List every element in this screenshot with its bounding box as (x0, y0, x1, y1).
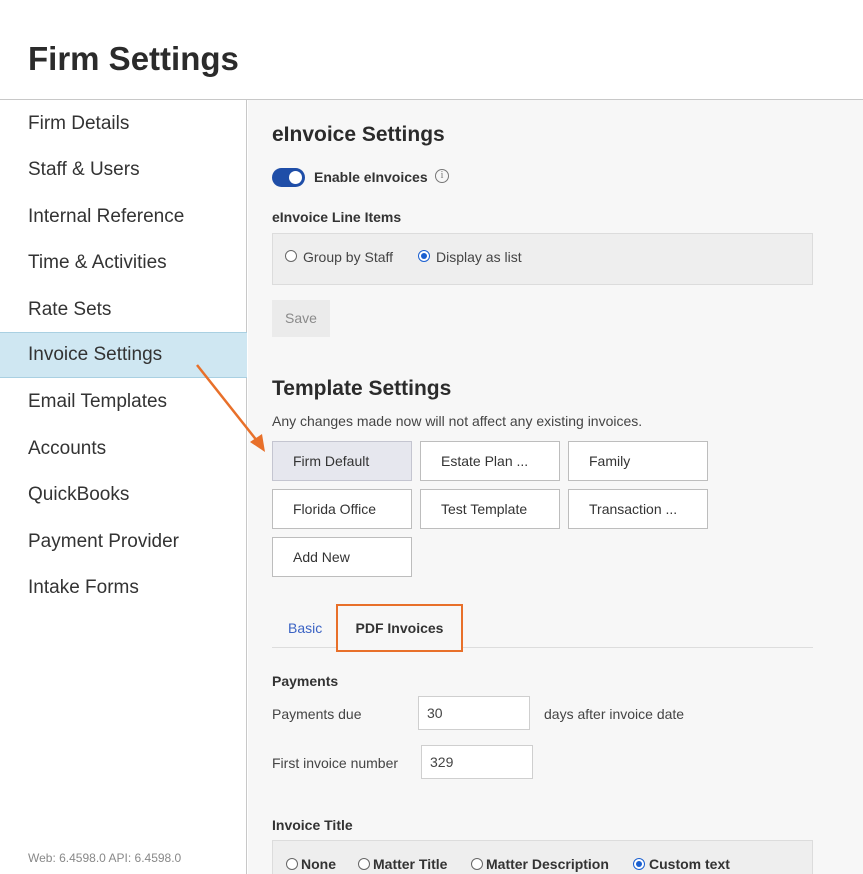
line-items-label: eInvoice Line Items (272, 209, 402, 225)
sidebar: Firm Details Staff & Users Internal Refe… (0, 100, 247, 874)
template-heading: Template Settings (272, 377, 452, 400)
first-invoice-number-label: First invoice number (272, 755, 399, 771)
main-content: eInvoice Settings Enable eInvoices i eIn… (248, 100, 863, 874)
title-matter-description-radio[interactable] (471, 858, 483, 870)
sidebar-item-accounts[interactable]: Accounts (0, 426, 247, 472)
invoice-title-heading: Invoice Title (272, 817, 353, 833)
toggle-knob (289, 171, 302, 184)
einvoice-heading: eInvoice Settings (272, 123, 445, 146)
payments-due-suffix: days after invoice date (544, 706, 685, 722)
template-transaction[interactable]: Transaction ... (568, 489, 708, 529)
add-new-template-button[interactable]: Add New (272, 537, 412, 577)
sidebar-item-email-templates[interactable]: Email Templates (0, 379, 247, 425)
title-matter-title-radio[interactable] (358, 858, 370, 870)
group-by-staff-radio[interactable] (285, 250, 297, 262)
payments-due-label: Payments due (272, 706, 362, 722)
payments-heading: Payments (272, 673, 339, 689)
sidebar-item-invoice-settings[interactable]: Invoice Settings (0, 332, 247, 378)
template-estate-plan[interactable]: Estate Plan ... (420, 441, 560, 481)
title-custom-text-radio[interactable] (633, 858, 645, 870)
sidebar-item-intake-forms[interactable]: Intake Forms (0, 565, 247, 611)
sidebar-item-quickbooks[interactable]: QuickBooks (0, 472, 247, 518)
line-items-panel: Group by Staff Display as list (272, 233, 813, 285)
first-invoice-number-input[interactable]: 329 (421, 745, 533, 779)
template-florida-office[interactable]: Florida Office (272, 489, 412, 529)
sidebar-item-rate-sets[interactable]: Rate Sets (0, 287, 247, 333)
sidebar-item-internal-reference[interactable]: Internal Reference (0, 194, 247, 240)
title-matter-title-label: Matter Title (373, 856, 448, 872)
display-as-list-radio[interactable] (418, 250, 430, 262)
sidebar-item-time-activities[interactable]: Time & Activities (0, 240, 247, 286)
sidebar-item-payment-provider[interactable]: Payment Provider (0, 519, 247, 565)
title-custom-text-label: Custom text (649, 856, 730, 872)
payments-due-input[interactable]: 30 (418, 696, 530, 730)
sidebar-item-staff-users[interactable]: Staff & Users (0, 147, 247, 193)
invoice-title-panel: None Matter Title Matter Description Cus… (272, 840, 813, 874)
template-note: Any changes made now will not affect any… (272, 413, 643, 429)
template-firm-default[interactable]: Firm Default (272, 441, 412, 481)
page-title: Firm Settings (28, 40, 239, 77)
title-none-label: None (301, 856, 336, 872)
tab-basic[interactable]: Basic (288, 608, 322, 648)
display-as-list-label: Display as list (436, 249, 522, 265)
enable-einvoices-label: Enable eInvoices (314, 169, 428, 185)
template-test-template[interactable]: Test Template (420, 489, 560, 529)
enable-einvoices-toggle[interactable] (272, 168, 305, 187)
group-by-staff-label: Group by Staff (303, 249, 394, 265)
template-family[interactable]: Family (568, 441, 708, 481)
title-none-radio[interactable] (286, 858, 298, 870)
sidebar-item-firm-details[interactable]: Firm Details (0, 101, 247, 147)
version-info: Web: 6.4598.0 API: 6.4598.0 (28, 851, 182, 865)
title-matter-description-label: Matter Description (486, 856, 609, 872)
tab-pdf-invoices[interactable]: PDF Invoices (336, 604, 463, 652)
save-button[interactable]: Save (272, 300, 330, 337)
info-icon[interactable]: i (435, 169, 449, 183)
